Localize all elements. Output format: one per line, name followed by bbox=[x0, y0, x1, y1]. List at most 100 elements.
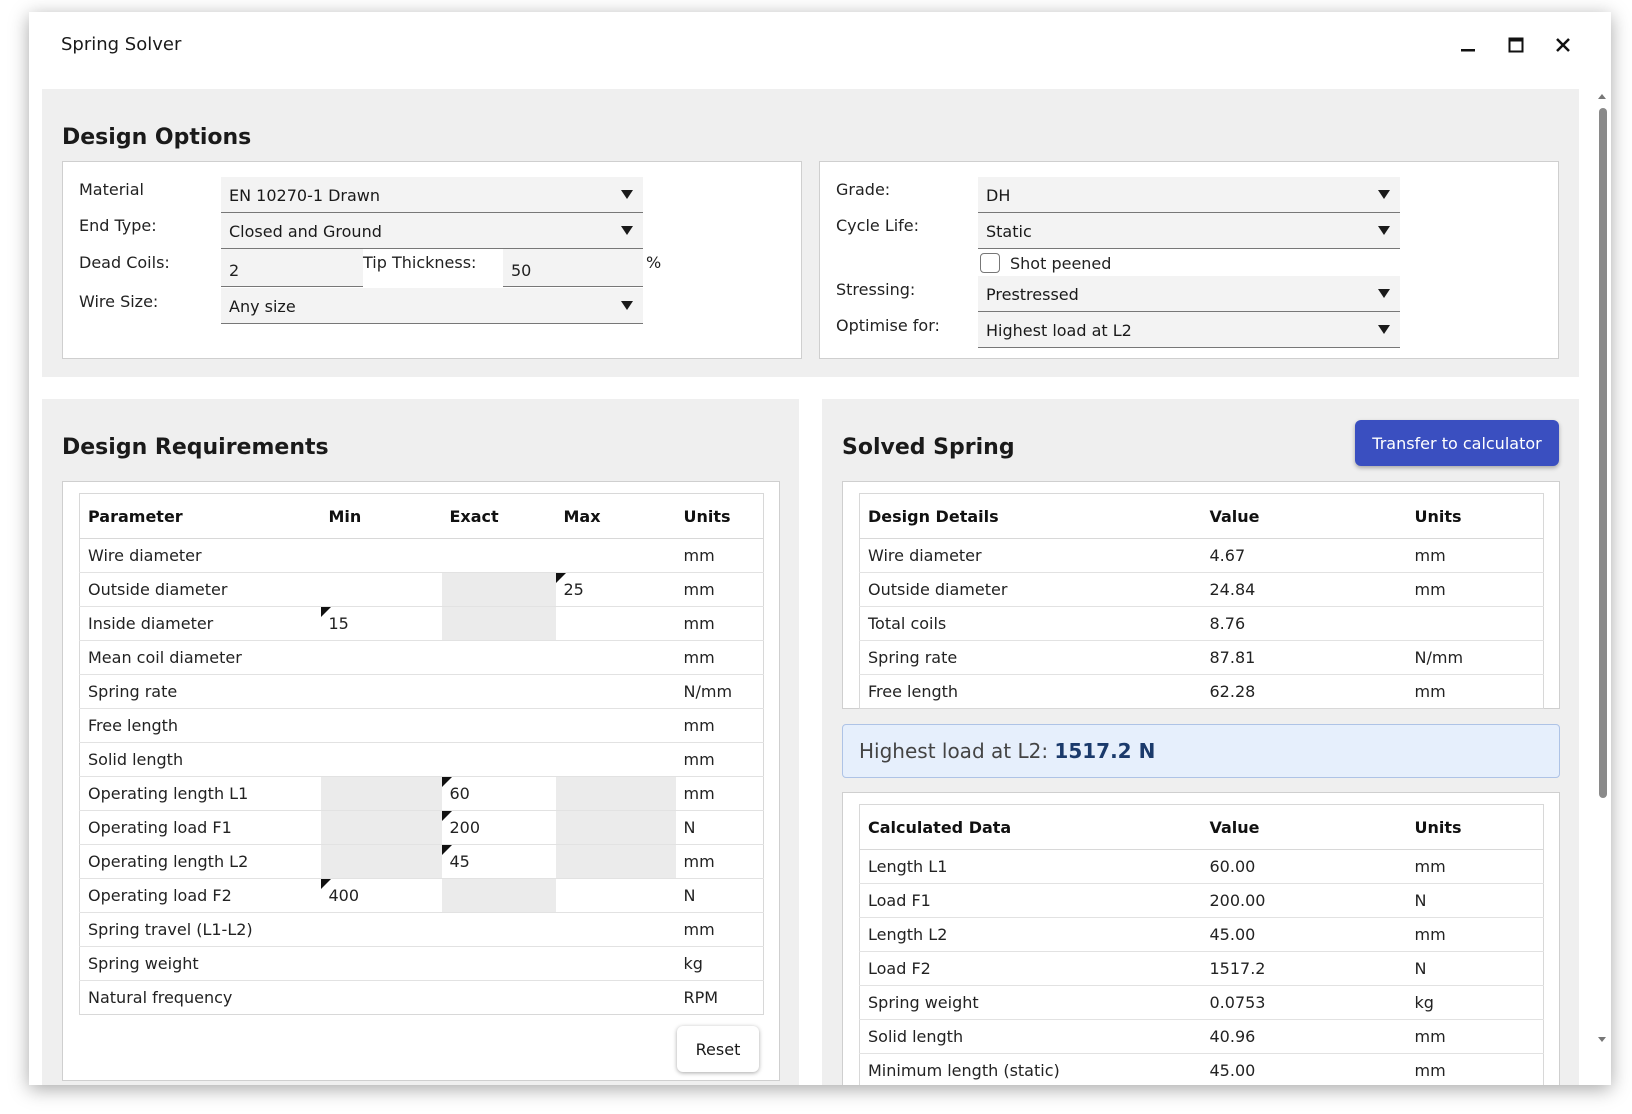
grade-dropdown[interactable]: DH bbox=[978, 177, 1400, 213]
name-cell: Load F2 bbox=[859, 951, 1202, 986]
chevron-down-icon bbox=[1378, 325, 1390, 334]
exact-input-cell[interactable] bbox=[441, 980, 556, 1015]
max-input-cell[interactable] bbox=[555, 708, 676, 743]
min-input-cell[interactable] bbox=[320, 946, 442, 981]
min-input-cell[interactable]: 400 bbox=[320, 878, 442, 913]
table-row: Outside diameter 25 mm bbox=[79, 572, 764, 607]
max-input-cell[interactable] bbox=[555, 810, 676, 845]
shot-peened-checkbox[interactable] bbox=[980, 253, 1000, 273]
column-header: Units bbox=[1406, 804, 1544, 850]
parameter-cell: Spring travel (L1-L2) bbox=[79, 912, 321, 947]
table-row: Total coils 8.76 bbox=[859, 606, 1544, 641]
units-value: mm bbox=[683, 852, 715, 871]
exact-value: 45 bbox=[449, 852, 470, 871]
chevron-down-icon bbox=[1378, 190, 1390, 199]
exact-value: 60 bbox=[449, 784, 470, 803]
min-input-cell[interactable] bbox=[320, 572, 442, 607]
exact-input-cell[interactable] bbox=[441, 742, 556, 777]
close-button[interactable] bbox=[1548, 30, 1578, 60]
exact-input-cell[interactable] bbox=[441, 640, 556, 675]
param-value: Inside diameter bbox=[88, 614, 214, 633]
max-input-cell[interactable] bbox=[555, 742, 676, 777]
min-input-cell[interactable] bbox=[320, 844, 442, 879]
end-type-label: End Type: bbox=[79, 216, 157, 235]
units-cell: N bbox=[675, 810, 764, 845]
max-input-cell[interactable] bbox=[556, 539, 676, 573]
min-input-cell[interactable] bbox=[320, 980, 442, 1015]
parameter-cell: Operating length L2 bbox=[79, 844, 321, 879]
exact-input-cell[interactable]: 45 bbox=[441, 844, 556, 879]
min-input-cell[interactable] bbox=[320, 810, 442, 845]
vertical-scrollbar[interactable] bbox=[1595, 90, 1609, 1070]
units-value: mm bbox=[683, 716, 715, 735]
table-row: Wire diameter mm bbox=[80, 539, 764, 573]
dead-coils-input[interactable]: 2 bbox=[221, 249, 363, 287]
minimize-button[interactable] bbox=[1453, 30, 1483, 60]
min-input-cell[interactable] bbox=[320, 674, 442, 709]
minimize-icon bbox=[1461, 49, 1475, 52]
scroll-down-icon[interactable] bbox=[1595, 1034, 1609, 1046]
column-header: Design Details bbox=[859, 493, 1202, 539]
value-cell: 87.81 bbox=[1201, 640, 1407, 675]
exact-input-cell[interactable]: 60 bbox=[441, 776, 556, 811]
tip-thickness-label: Tip Thickness: bbox=[363, 253, 477, 272]
value-cell: 45.00 bbox=[1201, 917, 1407, 952]
min-input-cell[interactable] bbox=[320, 640, 442, 675]
exact-input-cell[interactable] bbox=[441, 878, 556, 913]
wire-size-label: Wire Size: bbox=[79, 292, 159, 311]
max-input-cell[interactable] bbox=[555, 606, 676, 641]
table-row: Free length 62.28 mm bbox=[859, 674, 1544, 709]
units-cell: mm bbox=[1406, 674, 1544, 709]
max-input-cell[interactable] bbox=[555, 674, 676, 709]
exact-input-cell[interactable] bbox=[441, 674, 556, 709]
optimise-dropdown[interactable]: Highest load at L2 bbox=[978, 312, 1400, 348]
max-input-cell[interactable] bbox=[555, 946, 676, 981]
param-value: Operating load F2 bbox=[88, 886, 232, 905]
exact-input-cell[interactable] bbox=[441, 572, 556, 607]
max-input-cell[interactable] bbox=[555, 980, 676, 1015]
close-icon bbox=[1556, 38, 1570, 52]
max-input-cell[interactable] bbox=[555, 640, 676, 675]
max-input-cell[interactable] bbox=[555, 878, 676, 913]
max-input-cell[interactable] bbox=[555, 844, 676, 879]
table-header-row: Design Details Value Units bbox=[859, 493, 1544, 539]
material-dropdown[interactable]: EN 10270-1 Drawn bbox=[221, 177, 643, 213]
max-input-cell[interactable] bbox=[555, 912, 676, 947]
exact-input-cell[interactable] bbox=[442, 539, 556, 573]
max-input-cell[interactable]: 25 bbox=[555, 572, 676, 607]
max-input-cell[interactable] bbox=[555, 776, 676, 811]
param-value: Wire diameter bbox=[88, 546, 202, 565]
cycle-life-value: Static bbox=[986, 222, 1032, 241]
tip-thickness-input[interactable]: 50 bbox=[503, 249, 643, 287]
min-input-cell[interactable] bbox=[321, 539, 442, 573]
wire-size-dropdown[interactable]: Any size bbox=[221, 288, 643, 324]
cycle-life-dropdown[interactable]: Static bbox=[978, 213, 1400, 249]
exact-input-cell[interactable] bbox=[441, 912, 556, 947]
scroll-up-icon[interactable] bbox=[1595, 90, 1609, 102]
exact-input-cell[interactable]: 200 bbox=[441, 810, 556, 845]
parameter-cell: Operating load F2 bbox=[79, 878, 321, 913]
units-cell: N/mm bbox=[1406, 640, 1544, 675]
exact-input-cell[interactable] bbox=[441, 606, 556, 641]
column-header: Calculated Data bbox=[859, 804, 1202, 850]
min-input-cell[interactable] bbox=[320, 708, 442, 743]
parameter-cell: Inside diameter bbox=[79, 606, 321, 641]
scrollbar-thumb[interactable] bbox=[1599, 108, 1607, 798]
min-input-cell[interactable] bbox=[320, 776, 442, 811]
min-input-cell[interactable]: 15 bbox=[320, 606, 442, 641]
transfer-to-calculator-button[interactable]: Transfer to calculator bbox=[1355, 420, 1559, 466]
exact-input-cell[interactable] bbox=[441, 708, 556, 743]
design-requirements-title: Design Requirements bbox=[62, 435, 329, 460]
min-input-cell[interactable] bbox=[320, 742, 442, 777]
stressing-dropdown[interactable]: Prestressed bbox=[978, 276, 1400, 312]
end-type-dropdown[interactable]: Closed and Ground bbox=[221, 213, 643, 249]
exact-input-cell[interactable] bbox=[441, 946, 556, 981]
min-input-cell[interactable] bbox=[320, 912, 442, 947]
reset-button[interactable]: Reset bbox=[677, 1026, 759, 1072]
min-value: 15 bbox=[328, 614, 349, 633]
maximize-button[interactable] bbox=[1501, 30, 1531, 60]
table-header-row: Calculated Data Value Units bbox=[859, 804, 1544, 850]
table-row: Operating length L1 60 mm bbox=[79, 776, 764, 811]
table-row: Operating load F1 200 N bbox=[79, 810, 764, 845]
shot-peened-label[interactable]: Shot peened bbox=[1010, 254, 1111, 273]
